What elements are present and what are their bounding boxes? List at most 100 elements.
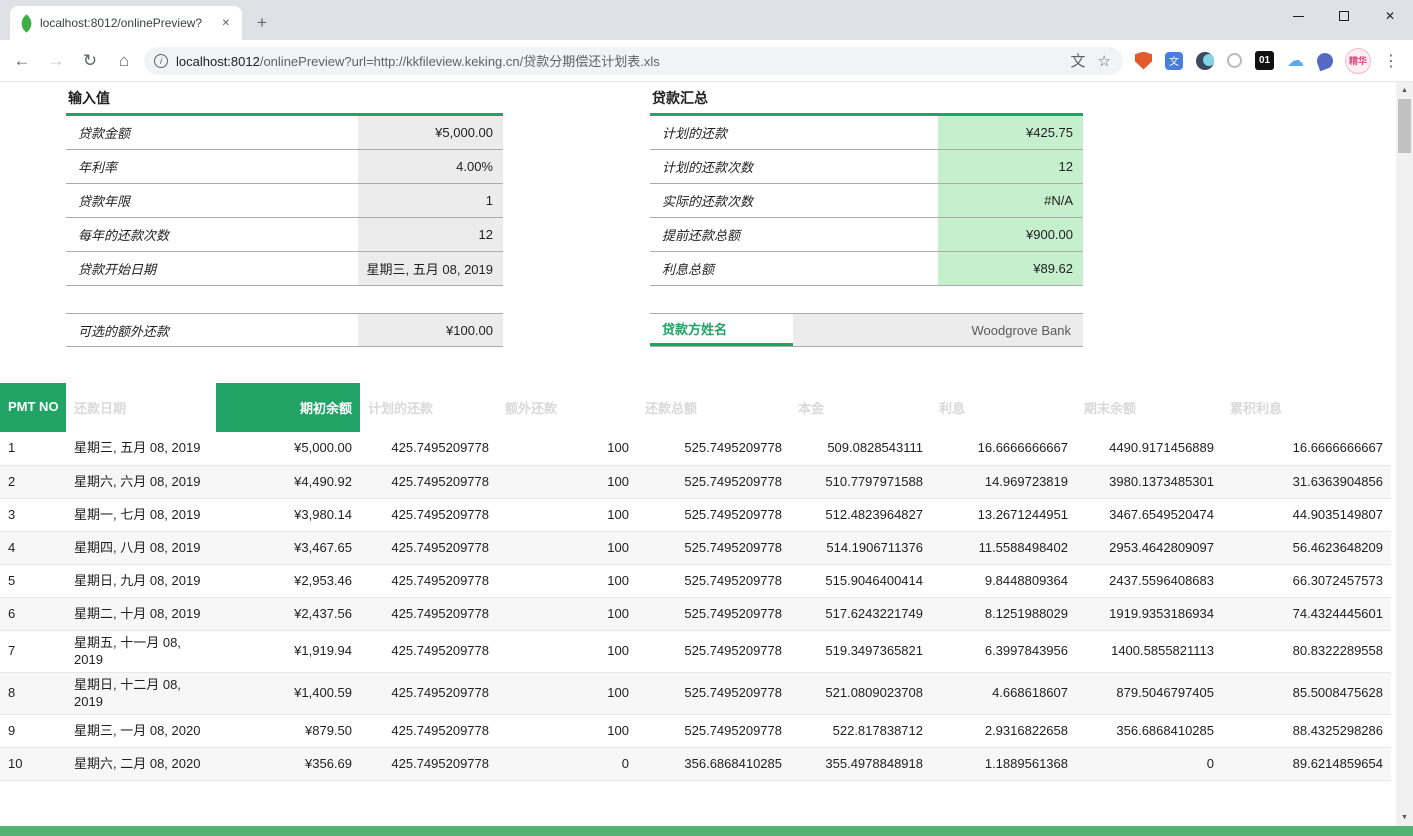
field-value: ¥900.00: [938, 218, 1083, 251]
kv-row: 年利率4.00%: [66, 150, 503, 184]
schedule-cell: 星期六, 六月 08, 2019: [66, 465, 216, 498]
schedule-cell: ¥879.50: [216, 714, 360, 747]
field-label: 贷款开始日期: [66, 252, 358, 285]
schedule-cell: 425.7495209778: [360, 672, 497, 714]
schedule-cell: 514.1906711376: [790, 531, 931, 564]
browser-menu-icon[interactable]: ⋮: [1377, 51, 1405, 71]
badge-01-extension-icon[interactable]: 01: [1255, 51, 1274, 70]
spreadsheet-preview: 输入值 贷款金额¥5,000.00年利率4.00%贷款年限1每年的还款次数12贷…: [0, 82, 1396, 826]
gray-extension-icon[interactable]: [1227, 53, 1242, 68]
kv-row: 计划的还款¥425.75: [650, 116, 1083, 150]
field-label: 提前还款总额: [650, 218, 938, 251]
schedule-row: 6星期二, 十月 08, 2019¥2,437.56425.7495209778…: [0, 597, 1391, 630]
schedule-cell: 星期四, 八月 08, 2019: [66, 531, 216, 564]
schedule-cell: ¥2,953.46: [216, 564, 360, 597]
schedule-cell: 100: [497, 597, 637, 630]
url-text: localhost:8012/onlinePreview?url=http://…: [176, 51, 1061, 70]
new-tab-button[interactable]: +: [248, 9, 276, 37]
browser-navbar: ← → ↻ ⌂ i localhost:8012/onlinePreview?u…: [0, 40, 1413, 82]
browser-tab[interactable]: localhost:8012/onlinePreview? ✕: [10, 6, 242, 40]
schedule-cell: 425.7495209778: [360, 432, 497, 465]
schedule-cell: ¥1,919.94: [216, 630, 360, 672]
schedule-row: 2星期六, 六月 08, 2019¥4,490.92425.7495209778…: [0, 465, 1391, 498]
profile-avatar[interactable]: 精华: [1345, 48, 1371, 74]
schedule-cell: 100: [497, 498, 637, 531]
schedule-cell: 星期六, 二月 08, 2020: [66, 747, 216, 780]
schedule-cell: 425.7495209778: [360, 465, 497, 498]
schedule-cell: 425.7495209778: [360, 747, 497, 780]
schedule-cell: 4490.9171456889: [1076, 432, 1222, 465]
field-value: #N/A: [938, 184, 1083, 217]
schedule-cell: ¥3,980.14: [216, 498, 360, 531]
schedule-cell: 425.7495209778: [360, 714, 497, 747]
schedule-cell: 525.7495209778: [637, 432, 790, 465]
schedule-cell: ¥5,000.00: [216, 432, 360, 465]
address-bar[interactable]: i localhost:8012/onlinePreview?url=http:…: [144, 47, 1123, 75]
extra-payment-block: 可选的额外还款 ¥100.00: [66, 313, 503, 347]
schedule-cell: 100: [497, 432, 637, 465]
summary-table: 计划的还款¥425.75计划的还款次数12实际的还款次数#N/A提前还款总额¥9…: [650, 116, 1083, 286]
tab-close-icon[interactable]: ✕: [218, 16, 234, 31]
schedule-header-row: PMT NO还款日期期初余额计划的还款额外还款还款总额本金利息期末余额累积利息: [0, 383, 1391, 432]
scrollbar-thumb[interactable]: [1398, 99, 1411, 153]
schedule-cell: 4: [0, 531, 66, 564]
back-icon[interactable]: ←: [8, 47, 36, 75]
minimize-button[interactable]: [1275, 0, 1321, 32]
schedule-cell: 2437.5596408683: [1076, 564, 1222, 597]
maximize-button[interactable]: [1321, 0, 1367, 32]
lender-value: Woodgrove Bank: [793, 314, 1083, 346]
schedule-cell: 7: [0, 630, 66, 672]
schedule-cell: 517.6243221749: [790, 597, 931, 630]
schedule-row: 8星期日, 十二月 08, 2019¥1,400.59425.749520977…: [0, 672, 1391, 714]
schedule-cell: 100: [497, 564, 637, 597]
translate-icon[interactable]: 文: [1069, 50, 1088, 71]
tab-title: localhost:8012/onlinePreview?: [40, 16, 211, 30]
schedule-cell: 星期一, 七月 08, 2019: [66, 498, 216, 531]
extensions-tray: 文 01 ☁: [1129, 51, 1339, 70]
schedule-cell: 512.4823964827: [790, 498, 931, 531]
reload-icon[interactable]: ↻: [76, 47, 104, 75]
vertical-scrollbar[interactable]: ▲ ▼: [1396, 82, 1413, 826]
bookmark-star-icon[interactable]: ☆: [1096, 52, 1113, 70]
schedule-row: 7星期五, 十一月 08, 2019¥1,919.94425.749520977…: [0, 630, 1391, 672]
schedule-cell: 8: [0, 672, 66, 714]
browser-titlebar: localhost:8012/onlinePreview? ✕ + ✕: [0, 0, 1413, 40]
schedule-header-9: 累积利息: [1222, 383, 1391, 432]
home-icon[interactable]: ⌂: [110, 47, 138, 75]
schedule-cell: 515.9046400414: [790, 564, 931, 597]
schedule-cell: 1919.9353186934: [1076, 597, 1222, 630]
field-value: 4.00%: [358, 150, 503, 183]
schedule-cell: 31.6363904856: [1222, 465, 1391, 498]
field-label: 利息总额: [650, 252, 938, 285]
bottom-green-strip: [0, 826, 1413, 836]
schedule-cell: 425.7495209778: [360, 564, 497, 597]
field-value: 星期三, 五月 08, 2019: [358, 252, 503, 285]
field-label: 贷款金额: [66, 116, 358, 149]
schedule-cell: 525.7495209778: [637, 498, 790, 531]
shield-extension-icon[interactable]: [1135, 52, 1152, 70]
scroll-down-icon[interactable]: ▼: [1396, 809, 1413, 826]
schedule-cell: 5: [0, 564, 66, 597]
schedule-cell: 509.0828543111: [790, 432, 931, 465]
field-value: ¥89.62: [938, 252, 1083, 285]
translate-extension-icon[interactable]: 文: [1165, 52, 1183, 70]
kv-row: 计划的还款次数12: [650, 150, 1083, 184]
cloud-extension-icon[interactable]: ☁: [1287, 52, 1304, 69]
minimize-icon: [1293, 16, 1304, 17]
schedule-cell: 3980.1373485301: [1076, 465, 1222, 498]
schedule-row: 1星期三, 五月 08, 2019¥5,000.00425.7495209778…: [0, 432, 1391, 465]
schedule-cell: 56.4623648209: [1222, 531, 1391, 564]
scroll-up-icon[interactable]: ▲: [1396, 82, 1413, 99]
schedule-row: 10星期六, 二月 08, 2020¥356.69425.74952097780…: [0, 747, 1391, 780]
darkmode-extension-icon[interactable]: [1196, 52, 1214, 70]
schedule-cell: 2.9316822658: [931, 714, 1076, 747]
schedule-cell: 425.7495209778: [360, 630, 497, 672]
kv-row: 贷款开始日期星期三, 五月 08, 2019: [66, 252, 503, 286]
kv-row: 实际的还款次数#N/A: [650, 184, 1083, 218]
schedule-cell: 0: [497, 747, 637, 780]
close-button[interactable]: ✕: [1367, 0, 1413, 32]
schedule-row: 9星期三, 一月 08, 2020¥879.50425.749520977810…: [0, 714, 1391, 747]
bird-extension-icon[interactable]: [1315, 50, 1336, 71]
input-section-title: 输入值: [66, 84, 503, 116]
page-info-icon[interactable]: i: [154, 54, 168, 68]
